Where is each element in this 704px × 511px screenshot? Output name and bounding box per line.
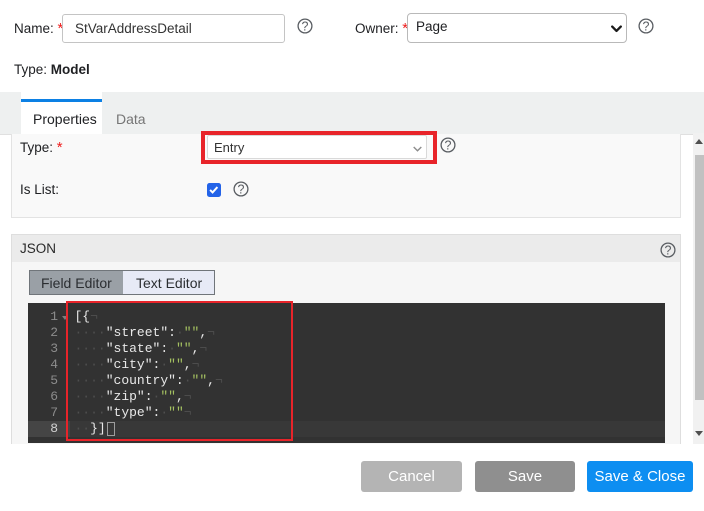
svg-text:?: ?: [302, 19, 309, 33]
svg-text:?: ?: [643, 19, 650, 33]
svg-text:?: ?: [665, 243, 672, 257]
svg-text:?: ?: [445, 138, 452, 152]
svg-text:?: ?: [238, 182, 245, 196]
